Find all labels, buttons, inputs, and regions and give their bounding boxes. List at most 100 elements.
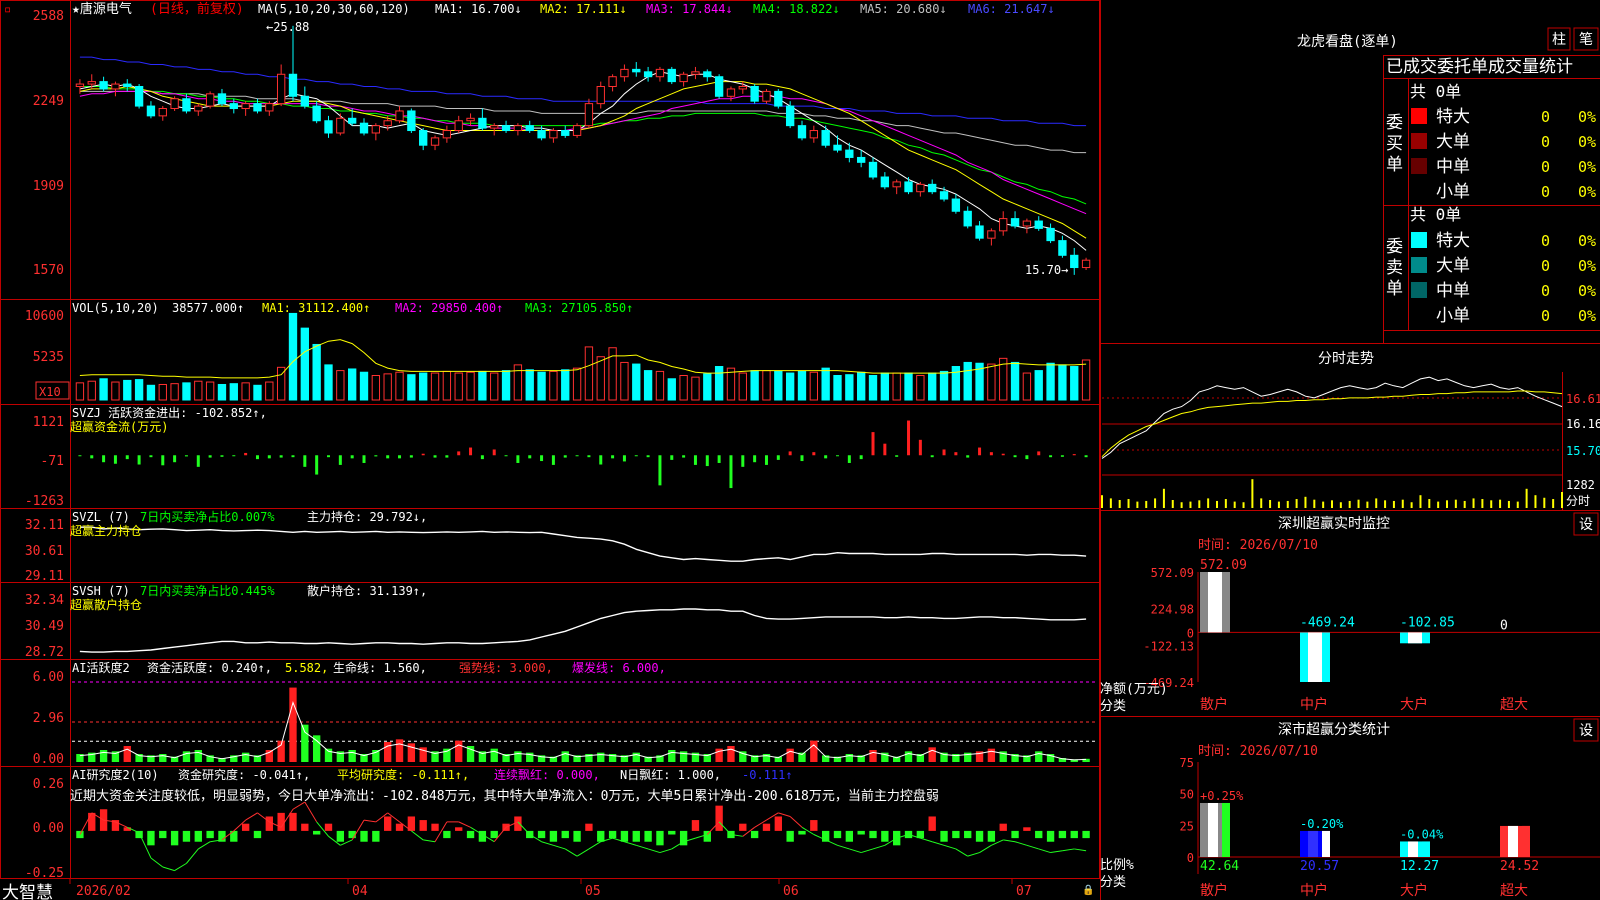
ai-research-line [411, 830, 424, 841]
lock-icon[interactable]: 🔒 [1082, 884, 1094, 896]
svzj-bar [1084, 455, 1088, 458]
intraday-vol-bar [1189, 501, 1192, 508]
ai-research-bar [774, 816, 782, 831]
legend-swatch [1411, 108, 1427, 124]
aires-streak: 连续飘红: 0.000, [494, 767, 600, 782]
row-name: 小单 [1436, 182, 1470, 202]
ai-research-bar [715, 805, 723, 831]
stats-delta: +0.25% [1200, 789, 1244, 803]
svsh-chart[interactable] [79, 608, 1087, 653]
volume-bar [359, 371, 369, 401]
volume-bar [939, 370, 949, 401]
candle-body [987, 230, 996, 239]
svzj-bar [847, 455, 851, 463]
stats-tick: 75 [1180, 756, 1194, 770]
svzj-bar [220, 455, 224, 457]
ai-research-line [943, 844, 957, 850]
corner-icon[interactable]: ▫ [4, 2, 11, 16]
ai-research-line [1074, 848, 1087, 852]
ai-research-bar [952, 830, 960, 839]
stock-mode[interactable]: (日线，前复权) [150, 1, 244, 17]
ai-research-bar [88, 812, 96, 831]
svzl-chart[interactable] [79, 526, 1087, 562]
volume-bar [454, 372, 463, 401]
volume-chart[interactable] [75, 312, 1091, 401]
svzj-bar [398, 455, 402, 459]
row-count: 0 [1541, 282, 1550, 300]
ai-research-bar [348, 830, 356, 839]
price-tick: 2588 [33, 9, 64, 24]
ma-line-MA3 [79, 90, 1087, 215]
aires-nday: N日飘红: 1.000, [620, 767, 721, 782]
volume-bar [797, 370, 807, 401]
ai-research-chart[interactable] [76, 801, 1090, 872]
intra-vol-tick: 分时 [1566, 494, 1590, 508]
ai-research-line [198, 841, 211, 850]
stats-bar-edge [1522, 825, 1530, 857]
ai-active-chart[interactable] [72, 681, 1098, 762]
ai-research-line [186, 848, 199, 864]
candle-body [774, 90, 783, 107]
ai-research-line [778, 812, 791, 817]
volume-bar [1022, 372, 1032, 401]
aiact-peak: 5.582, [285, 661, 328, 675]
candle-body [1022, 220, 1032, 227]
candle-body [383, 120, 392, 127]
intraday-vol-bar [1118, 500, 1121, 508]
intraday-vol-bar [1446, 500, 1448, 508]
intraday-vol-bar [1392, 500, 1395, 508]
intraday-chart[interactable] [1101, 372, 1563, 510]
svzj-bar [883, 443, 887, 456]
ai-research-bar [1011, 830, 1019, 839]
ai-research-line [932, 841, 945, 846]
stock-title[interactable]: ★唐源电气 [72, 1, 132, 17]
intraday-vol-bar [1525, 488, 1528, 508]
candle-body [513, 125, 523, 132]
ai-research-bar [182, 830, 191, 842]
volume-bar [490, 372, 499, 401]
price-chart[interactable] [75, 25, 1091, 275]
ai-research-bar [1058, 830, 1067, 839]
svzj-bar [824, 455, 828, 459]
intraday-vol-bar [1410, 502, 1413, 508]
svzj-bar [362, 455, 366, 463]
volume-bar [857, 371, 866, 401]
ai-research-line [174, 862, 187, 872]
bar-toggle-label: 柱 [1552, 32, 1566, 48]
candle-body [419, 130, 428, 146]
candle-body [975, 225, 984, 239]
candle-body [691, 71, 700, 75]
volume-bar [241, 382, 250, 401]
stats-bar-highlight [1508, 825, 1518, 857]
low-label: 15.70→ [1025, 263, 1068, 277]
intraday-vol-bar [1499, 499, 1502, 508]
candle-body [714, 76, 724, 97]
svzj-bar [184, 455, 188, 457]
price-tick: 2249 [33, 94, 64, 109]
row-name: 中单 [1436, 157, 1470, 177]
svzj-bar [764, 455, 768, 465]
svzj-bar [836, 455, 839, 457]
svzj-sub: 超赢资金流(万元) [70, 419, 168, 434]
ai-active-bar [810, 740, 818, 762]
volume-bar [288, 312, 298, 401]
ai-research-bar [206, 830, 214, 839]
candle-body [1070, 254, 1079, 269]
svzj-bar [279, 455, 283, 458]
volume-bar [916, 375, 925, 401]
volume-bar [714, 366, 724, 401]
svzj-bar [989, 452, 993, 456]
stats-xlabel: 分类 [1100, 875, 1126, 890]
svsh-tick: 30.49 [25, 619, 64, 634]
candle-body [679, 73, 688, 83]
candle-body [939, 191, 949, 200]
candle-body [549, 130, 558, 139]
ai-research-bar [987, 830, 996, 842]
ai-research-bar [703, 830, 711, 842]
ai-active-bar [904, 751, 913, 762]
side-label-char: 委 [1386, 113, 1403, 133]
ai-research-line [1038, 848, 1051, 854]
lhb-title: 龙虎看盘(逐单) [1297, 33, 1398, 50]
svzj-chart[interactable] [78, 420, 1088, 489]
x-tick: 04 [352, 884, 368, 899]
